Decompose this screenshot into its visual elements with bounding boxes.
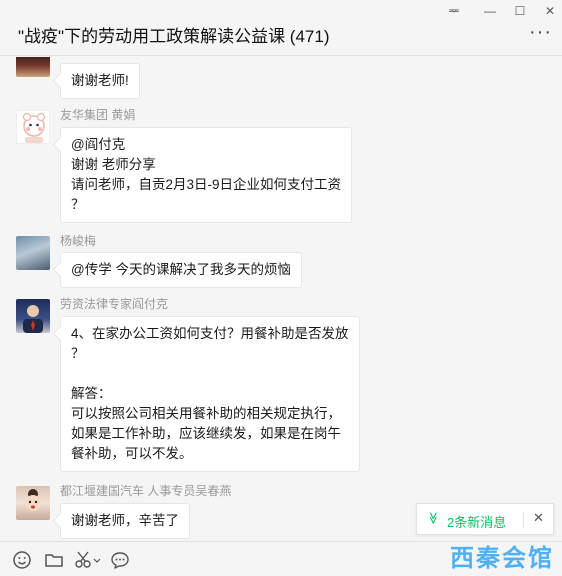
cartoon-avatar-icon [22, 112, 46, 143]
message-bubble[interactable]: @阎付克 谢谢 老师分享 请问老师，自贡2月3日-9日企业如何支付工资 ？ [60, 127, 353, 223]
message-text: 餐补助，可以不发。 [71, 446, 193, 461]
new-messages-label[interactable]: 2条新消息 [447, 512, 506, 531]
sender-name: 杨峻梅 [60, 234, 97, 248]
new-messages-notice[interactable]: ≫ 2条新消息 ✕ [416, 503, 554, 535]
chat-message-list[interactable]: 谢谢老师! 友华集团 黄娟 @阎付克 谢谢 老师分享 请问老师，自贡2月3日-9… [0, 57, 562, 541]
message-bubble[interactable]: 谢谢老师! [60, 63, 140, 99]
close-icon[interactable]: ✕ [533, 510, 544, 526]
avatar[interactable] [16, 486, 50, 520]
folder-icon[interactable] [44, 550, 66, 572]
message-text: @阎付克 [71, 137, 126, 152]
person-avatar-icon [23, 305, 43, 333]
message-text: 4、在家办公工资如何支付？用餐补助是否发放 [71, 326, 349, 341]
avatar[interactable] [16, 110, 50, 144]
child-avatar-icon [25, 489, 41, 511]
scissors-icon[interactable] [74, 550, 102, 572]
sender-name: 友华集团 黄娟 [60, 108, 136, 122]
avatar[interactable] [16, 236, 50, 270]
message-text: 谢谢老师! [71, 73, 129, 88]
message-bubble[interactable]: 4、在家办公工资如何支付？用餐补助是否发放 ？ 解答： 可以按照公司相关用餐补助… [60, 316, 360, 472]
emoji-icon[interactable] [12, 550, 34, 572]
message-text: ？ [71, 197, 85, 212]
avatar[interactable] [16, 299, 50, 333]
sender-name: 劳资法律专家阎付克 [60, 297, 169, 311]
double-chevron-down-icon: ≫ [426, 511, 441, 525]
message-bubble[interactable]: @传学 今天的课解决了我多天的烦恼 [60, 252, 302, 288]
chat-title: "战疫"下的劳动用工政策解读公益课 (471) [18, 27, 330, 46]
chat-history-icon[interactable] [110, 550, 132, 572]
divider [523, 512, 524, 528]
avatar[interactable] [16, 57, 50, 77]
message-bubble[interactable]: 谢谢老师，辛苦了 [60, 503, 190, 539]
chat-header: "战疫"下的劳动用工政策解读公益课 (471) ··· [0, 18, 562, 56]
sender-name: 都江堰建国汽车 人事专员吴春燕 [60, 484, 232, 498]
message-text: 谢谢 老师分享 [71, 157, 156, 172]
message-text: 解答： [71, 386, 112, 401]
message-text: 谢谢老师，辛苦了 [71, 513, 179, 528]
message-text: 如果是工作补助，应该继续发，如果是在岗午 [71, 426, 341, 441]
message-text: @传学 今天的课解决了我多天的烦恼 [71, 262, 291, 277]
watermark: 西秦会馆 [450, 545, 554, 572]
more-options-button[interactable]: ··· [529, 22, 552, 42]
message-text: ？ [71, 346, 85, 361]
message-text: 请问老师，自贡2月3日-9日企业如何支付工资 [71, 177, 342, 192]
message-text: 可以按照公司相关用餐补助的相关规定执行， [71, 406, 341, 421]
